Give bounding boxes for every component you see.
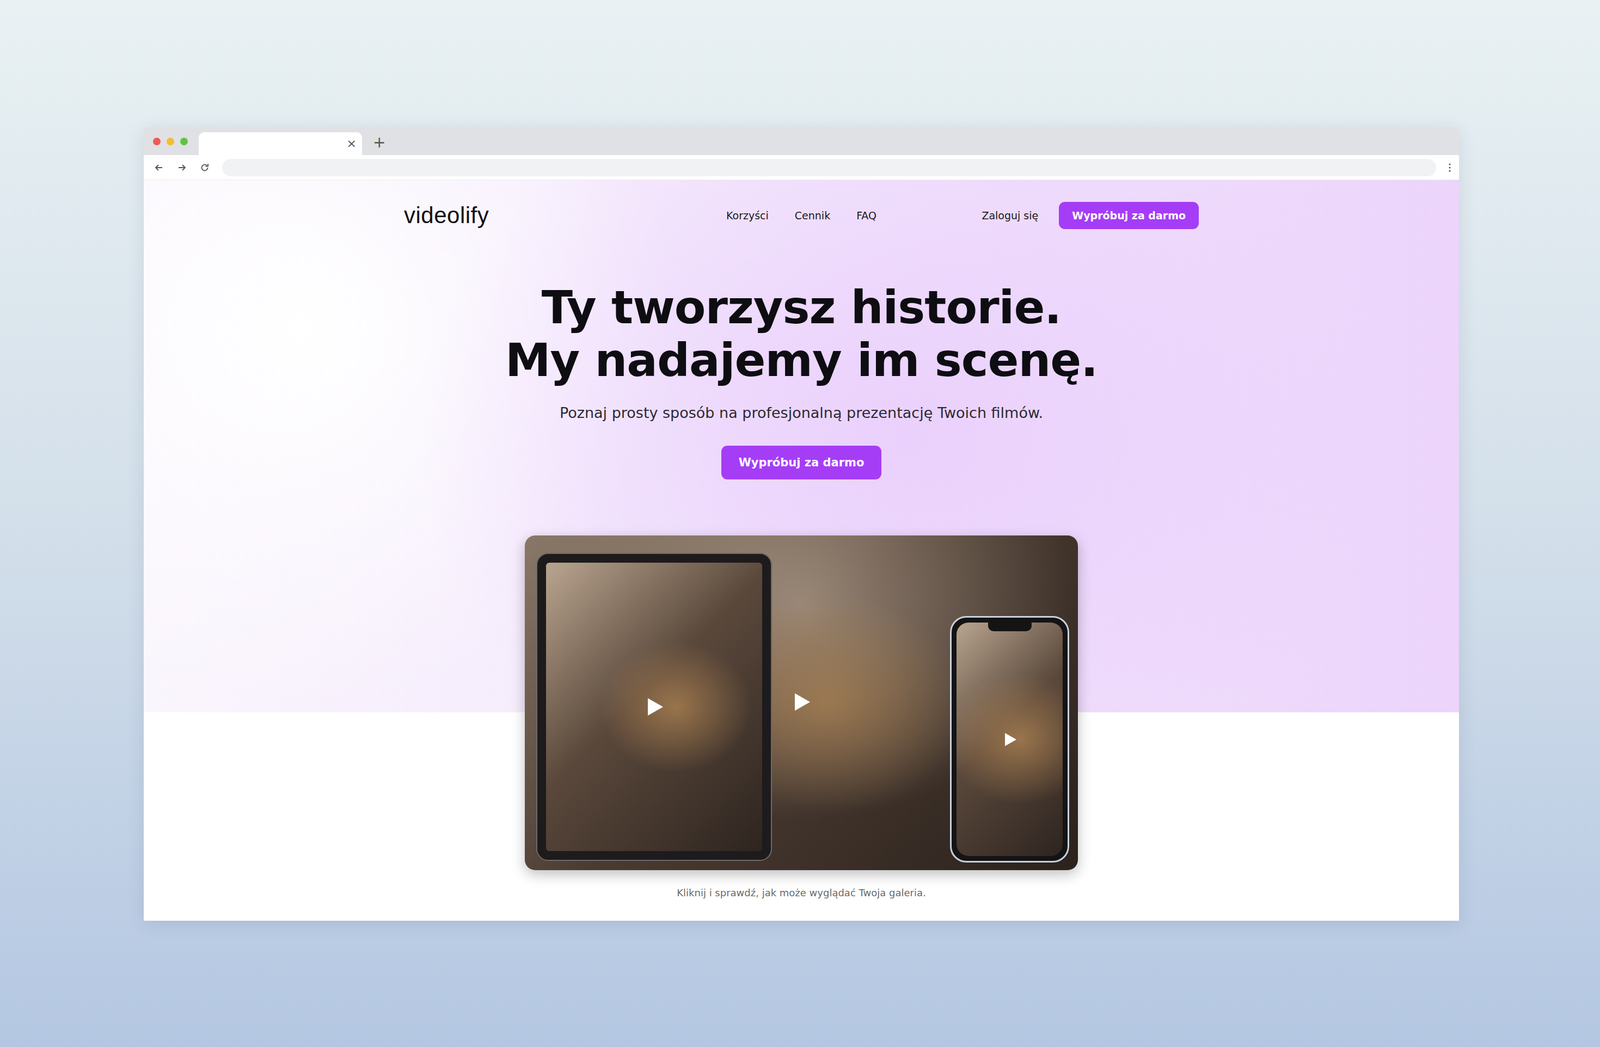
maximize-window-icon[interactable] — [180, 137, 188, 146]
address-field[interactable] — [222, 158, 1437, 177]
login-link[interactable]: Zaloguj się — [981, 209, 1039, 222]
play-icon[interactable] — [790, 691, 813, 714]
phone-notch — [988, 622, 1032, 632]
hero-cta-button[interactable]: Wypróbuj za darmo — [721, 445, 882, 480]
tab-close-button[interactable]: × — [346, 137, 357, 150]
gallery-preview[interactable] — [524, 535, 1078, 871]
menu-dots-icon[interactable] — [1448, 162, 1452, 174]
tablet-mockup — [536, 553, 772, 862]
phone-screen — [956, 622, 1063, 857]
play-icon[interactable] — [1001, 731, 1019, 749]
desktop-background: × + videolify Korzyści Cennik FAQ Zaloguj … — [0, 0, 1600, 1047]
play-icon[interactable] — [643, 696, 666, 719]
tablet-screen — [546, 562, 763, 852]
browser-tab[interactable]: × — [198, 132, 363, 156]
top-nav: videolify Korzyści Cennik FAQ Zaloguj się … — [403, 201, 1199, 230]
nav-link[interactable]: Cennik — [794, 209, 831, 222]
nav-link[interactable]: Korzyści — [726, 209, 769, 222]
window-controls — [143, 137, 199, 146]
back-arrow-icon[interactable] — [153, 162, 165, 174]
reload-icon[interactable] — [199, 162, 211, 174]
hero-title: Ty tworzysz historie.My nadajemy im scen… — [505, 281, 1098, 388]
address-row — [143, 155, 1459, 181]
nav-link[interactable]: FAQ — [856, 209, 877, 222]
landing-page: videolify Korzyści Cennik FAQ Zaloguj się … — [143, 180, 1459, 922]
phone-mockup — [949, 616, 1070, 863]
nav-cta-button[interactable]: Wypróbuj za darmo — [1058, 201, 1199, 230]
new-tab-button[interactable]: + — [362, 132, 397, 151]
gallery-caption: Kliknij i sprawdź, jak może wyglądać Two… — [676, 886, 926, 900]
hero-subtitle: Poznaj prosty sposób na profesjonalną pr… — [559, 402, 1044, 425]
logo[interactable]: videolify — [403, 202, 727, 229]
nav-links: Korzyści Cennik FAQ — [726, 209, 877, 222]
close-window-icon[interactable] — [152, 137, 161, 146]
hero: Ty tworzysz historie.My nadajemy im scen… — [143, 229, 1459, 900]
minimize-window-icon[interactable] — [166, 137, 175, 146]
browser-window: × + videolify Korzyści Cennik FAQ Zaloguj … — [143, 127, 1459, 922]
forward-arrow-icon[interactable] — [176, 162, 188, 174]
nav-actions: Zaloguj się Wypróbuj za darmo — [876, 201, 1199, 230]
tab-bar: × + — [143, 127, 1459, 156]
